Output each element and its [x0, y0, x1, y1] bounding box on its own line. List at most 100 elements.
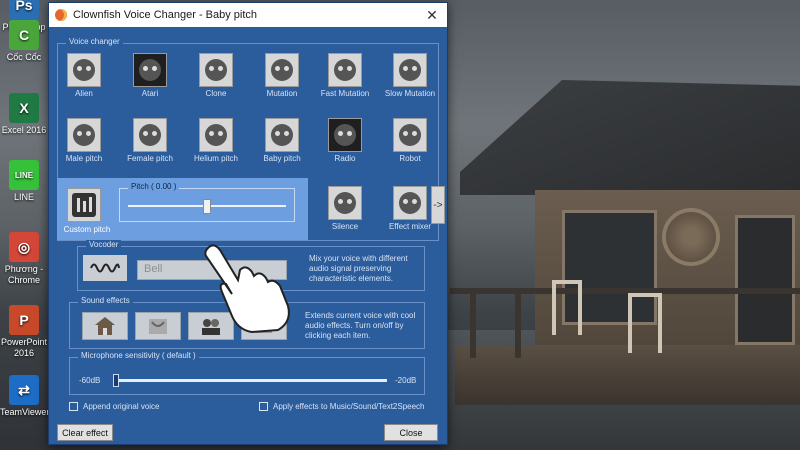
ship-wheel-decoration [662, 208, 720, 266]
fast-mutation-icon [328, 53, 362, 87]
voice-face-graphic [139, 59, 161, 81]
robot-button[interactable]: Robot [380, 118, 440, 163]
vocoder-toggle-button[interactable] [83, 255, 127, 281]
chrome-icon: ◎ [9, 232, 39, 262]
male-pitch-icon [67, 118, 101, 152]
custom-pitch-label: Custom pitch [63, 225, 111, 234]
apply-effects-label: Apply effects to Music/Sound/Text2Speech [273, 402, 425, 411]
helium-pitch-icon [199, 118, 233, 152]
desktop-shortcut[interactable]: P PowerPoint 2016 [0, 305, 48, 359]
clone-button[interactable]: Clone [186, 53, 246, 98]
voice-face-graphic [205, 124, 227, 146]
voice-changer-label: Voice changer [66, 37, 123, 46]
pointer-hand-icon [204, 244, 290, 334]
helium-pitch-button[interactable]: Helium pitch [186, 118, 246, 163]
coccoc-browser-icon: C [9, 20, 39, 50]
desktop-shortcut-label: PowerPoint 2016 [0, 337, 48, 358]
voice-button-label: Radio [334, 154, 356, 163]
voice-button-label: Mutation [266, 89, 298, 98]
alien-icon [67, 53, 101, 87]
voice-face-graphic [334, 124, 356, 146]
voice-face-graphic [271, 59, 293, 81]
append-original-checkbox[interactable]: Append original voice [69, 402, 160, 411]
voice-face-graphic [73, 124, 95, 146]
railing-post [470, 288, 476, 358]
mic-min-label: -60dB [79, 376, 101, 385]
chair [552, 280, 582, 335]
fast-mutation-button[interactable]: Fast Mutation [315, 53, 375, 98]
sound-effects-label: Sound effects [78, 296, 133, 305]
cabin-roof [460, 80, 800, 195]
sound-effect-stage-button[interactable] [135, 312, 181, 340]
slow-mutation-button[interactable]: Slow Mutation [380, 53, 440, 98]
slow-mutation-icon [393, 53, 427, 87]
voice-button-label: Slow Mutation [384, 89, 436, 98]
voice-button-label: Baby pitch [263, 154, 301, 163]
line-app-icon: LINE [9, 160, 39, 190]
voice-face-graphic [399, 124, 421, 146]
voice-face-graphic [399, 59, 421, 81]
robot-icon [393, 118, 427, 152]
clear-effect-button[interactable]: Clear effect [57, 424, 113, 441]
desktop-shortcut-label: LINE [13, 192, 34, 202]
vocoder-description: Mix your voice with different audio sign… [309, 254, 408, 283]
excel-icon: X [9, 93, 39, 123]
pitch-slider-thumb[interactable] [203, 199, 211, 214]
checkbox-box[interactable] [69, 402, 78, 411]
close-icon[interactable]: ✕ [417, 3, 447, 27]
church-icon [95, 317, 115, 335]
radio-button[interactable]: Radio [315, 118, 375, 163]
desktop-shortcut[interactable]: X Excel 2016 [0, 93, 48, 136]
alien-button[interactable]: Alien [54, 53, 114, 98]
voice-button-label: Helium pitch [193, 154, 238, 163]
desktop-shortcut[interactable]: LINE LINE [0, 160, 48, 203]
mutation-button[interactable]: Mutation [252, 53, 312, 98]
chair [628, 293, 662, 353]
checkbox-box[interactable] [259, 402, 268, 411]
voice-face-graphic [271, 124, 293, 146]
more-effects-arrow-button[interactable]: -> [431, 186, 445, 224]
atari-button[interactable]: Atari [120, 53, 180, 98]
waveform-icon [90, 263, 120, 273]
silence-button[interactable]: Silence [315, 186, 375, 231]
voice-button-label: Silence [331, 222, 359, 231]
voice-button-label: Male pitch [65, 154, 103, 163]
desktop-shortcut[interactable]: C Cốc Cốc [0, 20, 48, 63]
voice-button-label: Alien [75, 89, 93, 98]
vocoder-label: Vocoder [86, 240, 122, 249]
apply-effects-checkbox[interactable]: Apply effects to Music/Sound/Text2Speech [259, 402, 425, 411]
append-original-label: Append original voice [83, 402, 160, 411]
sound-effects-description: Extends current voice with cool audio ef… [305, 311, 416, 340]
silence-icon [328, 186, 362, 220]
baby-pitch-icon [265, 118, 299, 152]
window-title: Clownfish Voice Changer - Baby pitch [73, 9, 258, 21]
desktop-shortcut[interactable]: ⇄ TeamViewer [0, 375, 50, 418]
voice-button-label: Female pitch [127, 154, 173, 163]
voice-button-label: Fast Mutation [320, 89, 370, 98]
mic-sensitivity-thumb[interactable] [113, 374, 119, 387]
sound-effect-church-button[interactable] [82, 312, 128, 340]
cabin-doorway [735, 215, 795, 345]
male-pitch-button[interactable]: Male pitch [54, 118, 114, 163]
baby-pitch-button[interactable]: Baby pitch [252, 118, 312, 163]
clownfish-window: Clownfish Voice Changer - Baby pitch ✕ V… [48, 2, 448, 445]
voice-face-graphic [139, 124, 161, 146]
desktop-shortcut[interactable]: ◎ Phương - Chrome [0, 232, 48, 286]
desktop-shortcut-label: TeamViewer [0, 407, 50, 417]
voice-face-graphic [205, 59, 227, 81]
atari-icon [133, 53, 167, 87]
voice-button-label: Clone [205, 89, 227, 98]
close-button[interactable]: Close [384, 424, 438, 441]
voice-button-label: Atari [141, 89, 159, 98]
female-pitch-button[interactable]: Female pitch [120, 118, 180, 163]
voice-face-graphic [334, 59, 356, 81]
mic-sensitivity-slider[interactable] [113, 379, 387, 382]
microphone-label: Microphone sensitivity ( default ) [78, 351, 199, 360]
mutation-icon [265, 53, 299, 87]
teamviewer-icon: ⇄ [9, 375, 39, 405]
stage-icon [149, 319, 167, 334]
voice-button-label: Robot [399, 154, 421, 163]
photoshop-icon: Ps [9, 0, 39, 20]
custom-pitch-button[interactable] [67, 188, 101, 222]
powerpoint-icon: P [9, 305, 39, 335]
